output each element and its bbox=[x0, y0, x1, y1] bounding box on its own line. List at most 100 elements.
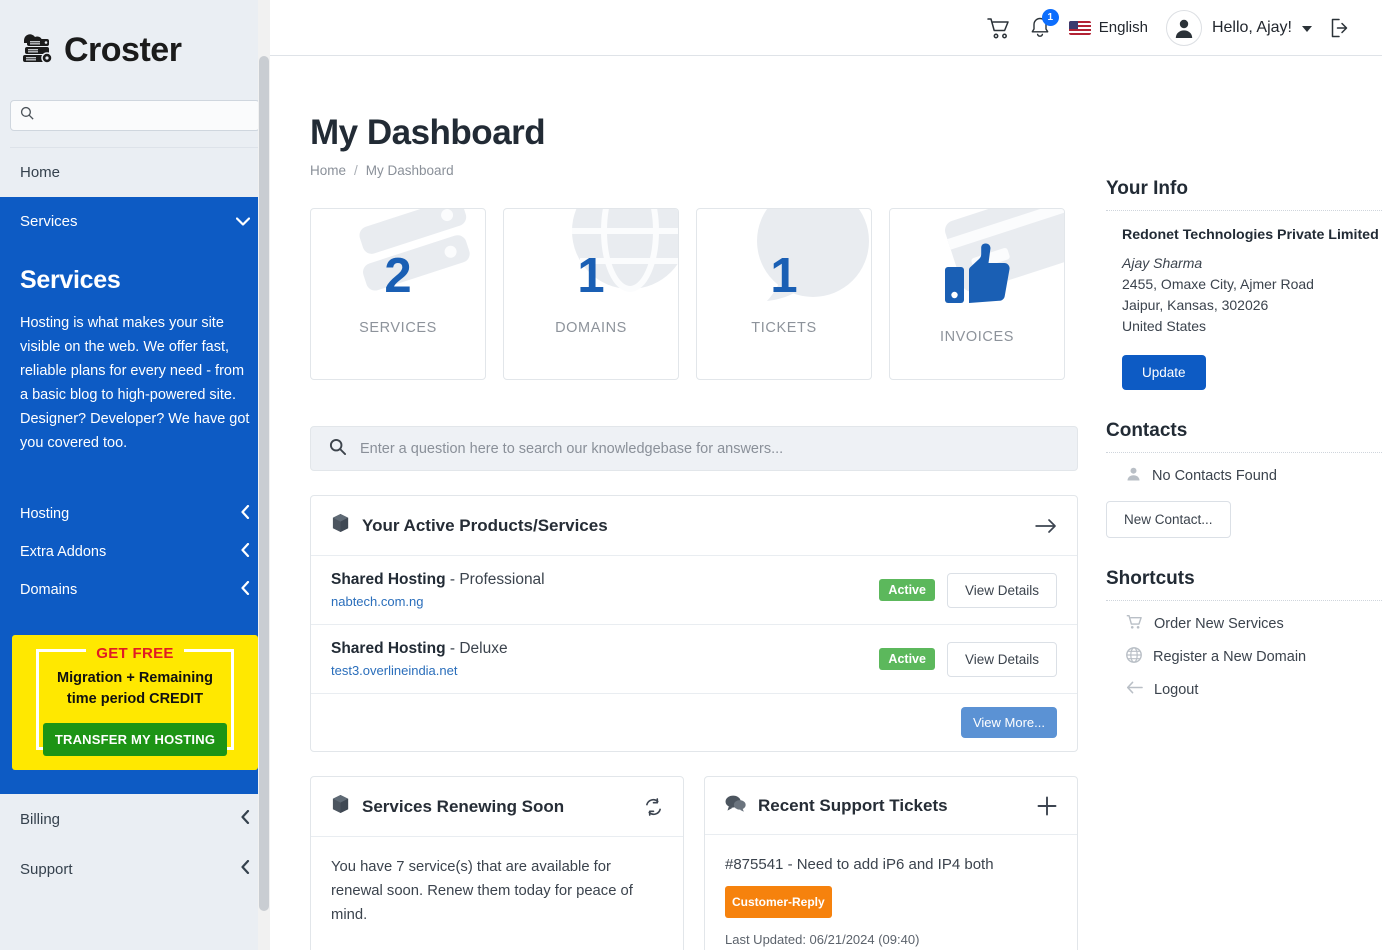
view-details-button[interactable]: View Details bbox=[947, 642, 1057, 677]
support-tickets-title: Recent Support Tickets bbox=[758, 796, 948, 816]
active-products-footer: View More... bbox=[311, 694, 1077, 751]
sidebar-item-services-label: Services bbox=[20, 213, 78, 230]
sidebar-item-support[interactable]: Support bbox=[0, 844, 270, 894]
main-content: My Dashboard Home / My Dashboard bbox=[270, 56, 1382, 950]
sidebar-search[interactable] bbox=[10, 100, 260, 131]
chevron-down-icon bbox=[236, 213, 250, 230]
sidebar-bottom-nav: Billing Support bbox=[0, 794, 270, 894]
promo-banner[interactable]: GET FREE Migration + Remaining time peri… bbox=[12, 635, 258, 770]
cart-icon bbox=[1126, 614, 1143, 634]
notification-badge: 1 bbox=[1042, 9, 1059, 26]
top-header: 1 English Hell bbox=[270, 0, 1382, 56]
product-name: Shared Hosting - Professional bbox=[331, 571, 545, 589]
product-domain-link[interactable]: nabtech.com.ng bbox=[331, 594, 545, 609]
thumbs-up-icon bbox=[943, 243, 1011, 310]
transfer-hosting-button[interactable]: TRANSFER MY HOSTING bbox=[43, 723, 227, 756]
shopping-cart-icon[interactable] bbox=[987, 17, 1011, 39]
your-info-title: Your Info bbox=[1106, 178, 1382, 211]
support-tickets-header: Recent Support Tickets bbox=[705, 777, 1077, 835]
stat-card-tickets[interactable]: 1 TICKETS bbox=[696, 208, 872, 380]
table-row: Shared Hosting - Deluxe test3.overlinein… bbox=[311, 625, 1077, 694]
promo-line2: time period CREDIT bbox=[20, 689, 250, 710]
shortcuts-section: Shortcuts Order New Services bbox=[1106, 568, 1382, 699]
knowledgebase-search[interactable] bbox=[310, 426, 1078, 471]
view-details-button[interactable]: View Details bbox=[947, 573, 1057, 608]
update-button[interactable]: Update bbox=[1122, 355, 1206, 390]
breadcrumb-current: My Dashboard bbox=[366, 163, 454, 178]
sidebar-item-billing[interactable]: Billing bbox=[0, 794, 270, 844]
bell-icon[interactable]: 1 bbox=[1029, 16, 1051, 39]
product-plan: - Professional bbox=[450, 571, 545, 588]
comments-icon bbox=[725, 794, 746, 817]
product-plan: - Deluxe bbox=[450, 640, 508, 657]
active-products-title: Your Active Products/Services bbox=[362, 516, 608, 536]
new-contact-button[interactable]: New Contact... bbox=[1106, 501, 1231, 538]
plus-icon[interactable] bbox=[1037, 796, 1057, 816]
product-info: Shared Hosting - Deluxe test3.overlinein… bbox=[331, 640, 508, 678]
logout-icon[interactable] bbox=[1330, 18, 1352, 38]
active-products-panel: Your Active Products/Services bbox=[310, 495, 1078, 752]
product-info: Shared Hosting - Professional nabtech.co… bbox=[331, 571, 545, 609]
sidebar-item-hosting[interactable]: Hosting bbox=[20, 495, 250, 533]
stat-card-services[interactable]: 2 SERVICES bbox=[310, 208, 486, 380]
language-selector[interactable]: English bbox=[1069, 19, 1148, 36]
knowledgebase-search-input[interactable] bbox=[360, 441, 1059, 457]
your-info-section: Your Info Redonet Technologies Private L… bbox=[1106, 178, 1382, 390]
stat-card-services-value: 2 bbox=[384, 252, 411, 301]
arrow-right-icon[interactable] bbox=[1035, 518, 1057, 534]
chevron-left-icon bbox=[241, 860, 250, 878]
contacts-empty-label: No Contacts Found bbox=[1152, 468, 1277, 484]
support-tickets-panel: Recent Support Tickets #875541 - Need to… bbox=[704, 776, 1078, 950]
breadcrumb-home[interactable]: Home bbox=[310, 163, 346, 178]
refresh-icon[interactable] bbox=[644, 798, 663, 816]
chevron-left-icon bbox=[241, 543, 250, 561]
user-greeting: Hello, Ajay! bbox=[1212, 19, 1292, 37]
user-menu[interactable]: Hello, Ajay! bbox=[1166, 10, 1312, 46]
renewing-soon-panel: Services Renewing Soon You have 7 servic… bbox=[310, 776, 684, 950]
server-cloud-icon bbox=[16, 28, 60, 73]
list-item[interactable]: #875541 - Need to add iP6 and IP4 both C… bbox=[705, 835, 1077, 950]
breadcrumb: Home / My Dashboard bbox=[310, 163, 1382, 178]
status-badge: Active bbox=[879, 648, 935, 670]
brand-logo[interactable]: Croster bbox=[0, 0, 270, 100]
language-label: English bbox=[1099, 19, 1148, 36]
sidebar-search-input[interactable] bbox=[41, 108, 250, 123]
contacts-empty-row: No Contacts Found bbox=[1106, 453, 1382, 485]
sidebar-item-billing-label: Billing bbox=[20, 811, 60, 828]
search-icon bbox=[329, 438, 346, 460]
shortcut-logout[interactable]: Logout bbox=[1106, 667, 1382, 699]
shortcut-label: Register a New Domain bbox=[1153, 649, 1306, 665]
contacts-section: Contacts No Contacts Found New Contact..… bbox=[1106, 420, 1382, 538]
sidebar-item-extra-addons[interactable]: Extra Addons bbox=[20, 533, 250, 571]
search-icon bbox=[20, 106, 34, 125]
sidebar-search-wrap bbox=[0, 100, 270, 148]
contacts-title: Contacts bbox=[1106, 420, 1382, 453]
view-more-button[interactable]: View More... bbox=[961, 707, 1057, 738]
stat-card-invoices[interactable]: INVOICES bbox=[889, 208, 1065, 380]
stat-card-domains[interactable]: 1 DOMAINS bbox=[503, 208, 679, 380]
sidebar-item-home-label: Home bbox=[20, 164, 60, 181]
sidebar-item-domains[interactable]: Domains bbox=[20, 571, 250, 609]
user-icon bbox=[1126, 466, 1141, 485]
stat-cards: 2 SERVICES bbox=[310, 208, 1078, 380]
stat-card-tickets-value: 1 bbox=[770, 252, 797, 301]
renewing-soon-body: You have 7 service(s) that are available… bbox=[311, 837, 683, 945]
product-domain-link[interactable]: test3.overlineindia.net bbox=[331, 663, 508, 678]
services-panel-description: Hosting is what makes your site visible … bbox=[20, 311, 250, 455]
bottom-panels: Services Renewing Soon You have 7 servic… bbox=[310, 776, 1078, 950]
shortcut-order-new-services[interactable]: Order New Services bbox=[1106, 601, 1382, 634]
brand-name: Croster bbox=[64, 31, 181, 70]
services-sublinks: Hosting Extra Addons Domains bbox=[20, 495, 250, 609]
renewing-soon-header: Services Renewing Soon bbox=[311, 777, 683, 837]
product-title: Shared Hosting bbox=[331, 640, 446, 657]
sidebar-item-services[interactable]: Services bbox=[0, 197, 270, 246]
sidebar-scrollbar-thumb[interactable] bbox=[259, 56, 269, 911]
box-icon bbox=[331, 794, 350, 819]
product-title: Shared Hosting bbox=[331, 571, 446, 588]
ticket-title: #875541 - Need to add iP6 and IP4 both bbox=[725, 853, 1057, 877]
sidebar-item-home[interactable]: Home bbox=[0, 148, 270, 197]
info-company: Redonet Technologies Private Limited bbox=[1122, 225, 1382, 246]
caret-down-icon bbox=[1302, 19, 1312, 37]
shortcut-register-new-domain[interactable]: Register a New Domain bbox=[1106, 634, 1382, 667]
promo-line1: Migration + Remaining bbox=[20, 668, 250, 689]
